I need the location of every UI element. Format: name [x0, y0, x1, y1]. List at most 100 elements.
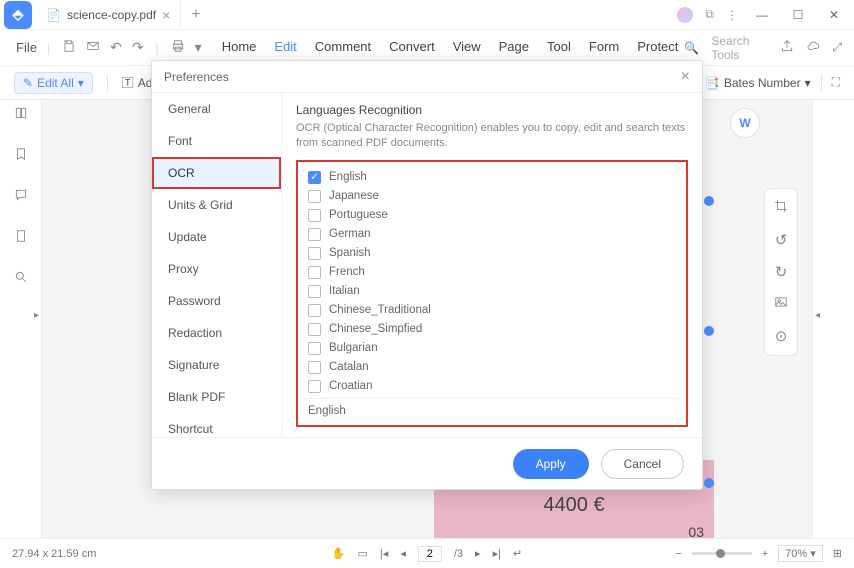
- bates-number-button[interactable]: 📑 Bates Number ▾: [705, 76, 811, 90]
- checkbox-icon[interactable]: [308, 361, 321, 374]
- pref-nav-password[interactable]: Password: [152, 285, 281, 317]
- language-option[interactable]: Croatian: [304, 377, 680, 396]
- window-icon[interactable]: ⧉: [705, 7, 714, 22]
- checkbox-icon[interactable]: [308, 209, 321, 222]
- language-option[interactable]: Portuguese: [304, 206, 680, 225]
- menu-home[interactable]: Home: [222, 33, 257, 62]
- menu-comment[interactable]: Comment: [315, 33, 371, 62]
- pref-nav-signature[interactable]: Signature: [152, 349, 281, 381]
- language-option[interactable]: Chinese_Traditional: [304, 301, 680, 320]
- cloud-icon[interactable]: [806, 39, 820, 56]
- user-avatar-icon[interactable]: [677, 7, 693, 23]
- checkbox-icon[interactable]: [308, 323, 321, 336]
- search-tools-input[interactable]: Search Tools: [711, 34, 768, 62]
- bookmark-icon[interactable]: [14, 147, 28, 166]
- thumbnails-icon[interactable]: [14, 106, 28, 125]
- search-panel-icon[interactable]: [14, 270, 28, 289]
- fit-page-icon[interactable]: ⊞: [833, 547, 842, 560]
- print-icon[interactable]: [171, 39, 185, 56]
- fullscreen-icon[interactable]: ⛶: [832, 75, 840, 90]
- crop-icon[interactable]: [774, 199, 788, 217]
- select-tool-icon[interactable]: ▭: [358, 547, 368, 560]
- menu-edit[interactable]: Edit: [274, 33, 296, 62]
- pref-nav-shortcut[interactable]: Shortcut: [152, 413, 281, 437]
- menu-form[interactable]: Form: [589, 33, 619, 62]
- comment-icon[interactable]: [14, 188, 28, 207]
- menu-protect[interactable]: Protect: [637, 33, 678, 62]
- attachment-icon[interactable]: [14, 229, 28, 248]
- close-window-button[interactable]: ✕: [822, 8, 846, 22]
- edit-all-button[interactable]: ✎ Edit All ▾: [14, 72, 93, 94]
- selection-handle[interactable]: [704, 478, 714, 488]
- document-tab[interactable]: 📄 science-copy.pdf ×: [36, 0, 181, 29]
- language-option[interactable]: Italian: [304, 282, 680, 301]
- selection-handle[interactable]: [704, 196, 714, 206]
- pref-nav-redaction[interactable]: Redaction: [152, 317, 281, 349]
- next-page-icon[interactable]: ▸: [475, 547, 481, 560]
- maximize-button[interactable]: ☐: [786, 8, 810, 22]
- expand-left-icon[interactable]: ▸: [34, 310, 39, 321]
- pref-nav-font[interactable]: Font: [152, 125, 281, 157]
- page-number-input[interactable]: [418, 546, 442, 562]
- checkbox-icon[interactable]: [308, 380, 321, 393]
- checkbox-icon[interactable]: [308, 228, 321, 241]
- add-button[interactable]: 🅃 Ad: [122, 74, 153, 91]
- more-icon[interactable]: ⋮: [726, 8, 738, 22]
- hand-tool-icon[interactable]: ✋: [332, 547, 346, 560]
- expand-right-icon[interactable]: ◂: [815, 310, 820, 321]
- language-option[interactable]: Spanish: [304, 244, 680, 263]
- checkbox-icon[interactable]: [308, 304, 321, 317]
- mail-icon[interactable]: [86, 39, 100, 56]
- pref-nav-blank-pdf[interactable]: Blank PDF: [152, 381, 281, 413]
- tab-close-icon[interactable]: ×: [162, 7, 170, 23]
- checkbox-icon[interactable]: [308, 342, 321, 355]
- pref-nav-update[interactable]: Update: [152, 221, 281, 253]
- language-option[interactable]: Bulgarian: [304, 339, 680, 358]
- more-tools-icon[interactable]: ⊙: [775, 327, 788, 345]
- zoom-out-icon[interactable]: −: [675, 548, 681, 560]
- language-option[interactable]: ✓English: [304, 168, 680, 187]
- file-menu[interactable]: File: [12, 40, 41, 55]
- save-icon[interactable]: [62, 39, 76, 56]
- menu-page[interactable]: Page: [499, 33, 529, 62]
- language-option[interactable]: Catalan: [304, 358, 680, 377]
- new-tab-button[interactable]: +: [181, 6, 210, 24]
- image-icon[interactable]: [774, 295, 788, 313]
- zoom-in-icon[interactable]: +: [762, 548, 768, 560]
- dropdown-icon[interactable]: ▾: [195, 39, 202, 56]
- first-page-icon[interactable]: |◂: [380, 547, 388, 560]
- menu-convert[interactable]: Convert: [389, 33, 435, 62]
- undo-icon[interactable]: ↶: [110, 39, 122, 56]
- expand-icon[interactable]: ⤢: [832, 40, 842, 55]
- rotate-left-icon[interactable]: ↺: [775, 231, 788, 249]
- zoom-value[interactable]: 70% ▾: [778, 545, 823, 562]
- word-export-badge[interactable]: W: [730, 108, 760, 138]
- last-page-icon[interactable]: ▸|: [493, 547, 501, 560]
- prev-page-icon[interactable]: ◂: [400, 547, 406, 560]
- dialog-close-icon[interactable]: ×: [681, 68, 690, 86]
- selection-handle[interactable]: [704, 326, 714, 336]
- pref-nav-units-grid[interactable]: Units & Grid: [152, 189, 281, 221]
- checkbox-icon[interactable]: [308, 247, 321, 260]
- rotate-right-icon[interactable]: ↻: [775, 263, 788, 281]
- checkbox-icon[interactable]: [308, 266, 321, 279]
- language-option[interactable]: Chinese_Simpfied: [304, 320, 680, 339]
- redo-icon[interactable]: ↷: [132, 39, 144, 56]
- jump-icon[interactable]: ↵: [513, 547, 522, 560]
- share-icon[interactable]: [780, 39, 794, 56]
- menu-view[interactable]: View: [453, 33, 481, 62]
- checkbox-icon[interactable]: [308, 190, 321, 203]
- checkbox-icon[interactable]: ✓: [308, 171, 321, 184]
- cancel-button[interactable]: Cancel: [601, 449, 684, 479]
- menu-tool[interactable]: Tool: [547, 33, 571, 62]
- pref-nav-ocr[interactable]: OCR: [152, 157, 281, 189]
- pref-nav-general[interactable]: General: [152, 93, 281, 125]
- apply-button[interactable]: Apply: [513, 449, 589, 479]
- zoom-slider[interactable]: [692, 552, 752, 555]
- checkbox-icon[interactable]: [308, 285, 321, 298]
- minimize-button[interactable]: —: [750, 8, 774, 22]
- pref-nav-proxy[interactable]: Proxy: [152, 253, 281, 285]
- language-option[interactable]: French: [304, 263, 680, 282]
- language-option[interactable]: Japanese: [304, 187, 680, 206]
- language-option[interactable]: German: [304, 225, 680, 244]
